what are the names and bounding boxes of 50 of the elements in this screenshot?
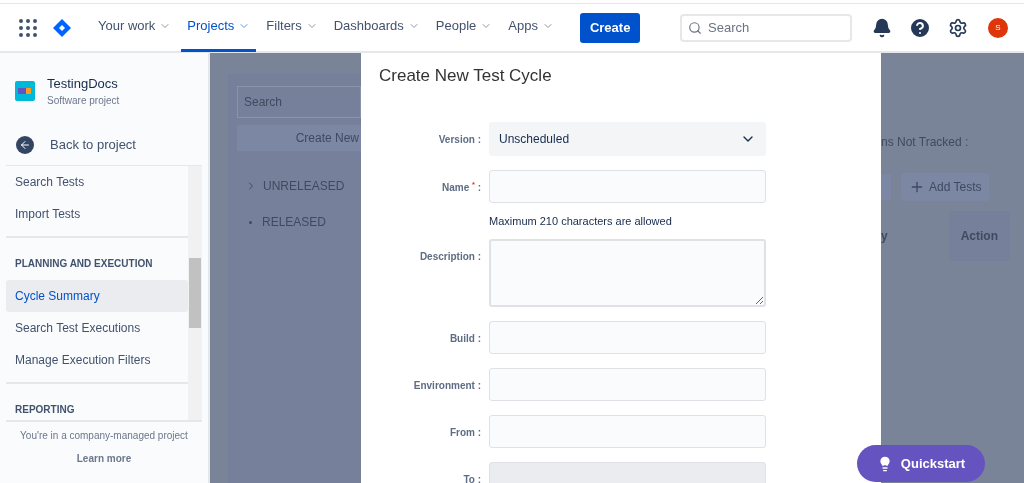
quickstart-button[interactable]: Quickstart [857, 445, 985, 482]
sidebar-item[interactable]: Search Test Executions [6, 312, 188, 344]
field-label: Version : [438, 132, 481, 147]
learn-more-link[interactable]: Learn more [76, 451, 132, 466]
section-heading: PLANNING AND EXECUTION [15, 258, 153, 269]
column-header: y [881, 228, 888, 245]
nav-tab[interactable]: Dashboards [327, 3, 426, 52]
field-label: Environment : [413, 379, 481, 393]
avatar[interactable]: S [988, 17, 1008, 38]
sidebar-item[interactable]: Import Tests [6, 198, 188, 230]
back-link[interactable]: Back to project [50, 135, 136, 155]
tracked-label: ns Not Tracked : [881, 134, 970, 151]
section-heading: REPORTING [15, 404, 75, 415]
project-name: TestingDocs [47, 74, 119, 93]
description-field[interactable] [489, 239, 766, 307]
sidebar-item[interactable]: Manage Execution Filters [6, 344, 188, 376]
field-hint: Maximum 210 characters are allowed [489, 213, 673, 229]
field-label: To : [463, 473, 481, 483]
tree-item: UNRELEASED [263, 178, 345, 195]
create-button[interactable]: Create [579, 12, 641, 43]
text-field[interactable] [489, 368, 766, 401]
field-label: Name $^{*}$ : [441, 179, 481, 195]
field-label: From : [449, 426, 481, 440]
settings-icon[interactable] [948, 17, 968, 38]
nav-tab[interactable]: Your work [92, 3, 178, 52]
modal-title: Create New Test Cycle [379, 65, 553, 87]
column-header: Action [948, 211, 1010, 261]
bullet-icon [249, 220, 252, 224]
field-label: Description : [419, 250, 481, 264]
sidebar-item[interactable]: Search Tests [6, 166, 188, 198]
field-label: Build : [449, 332, 481, 346]
text-field[interactable] [489, 321, 766, 354]
project-type: Software project [47, 94, 120, 109]
plus-icon [909, 179, 925, 195]
logo-icon[interactable] [52, 17, 72, 38]
search-icon [688, 20, 702, 35]
project-icon [15, 81, 35, 101]
sidebar-item[interactable]: Cycle Summary [6, 280, 188, 312]
text-field[interactable] [489, 415, 766, 448]
bell-icon[interactable] [872, 17, 892, 38]
search-field[interactable]: Search [680, 13, 852, 42]
text-field[interactable] [489, 169, 766, 203]
version-select[interactable]: Unscheduled [489, 121, 766, 156]
nav-tab[interactable]: Filters [260, 3, 324, 52]
nav-tab[interactable]: Apps [502, 3, 560, 52]
scrollbar[interactable] [188, 166, 202, 420]
tree-item: RELEASED [262, 214, 327, 231]
footer-text: You're in a company-managed project [20, 429, 188, 443]
nav-tab[interactable]: People [429, 3, 499, 52]
back-icon[interactable] [16, 136, 34, 154]
